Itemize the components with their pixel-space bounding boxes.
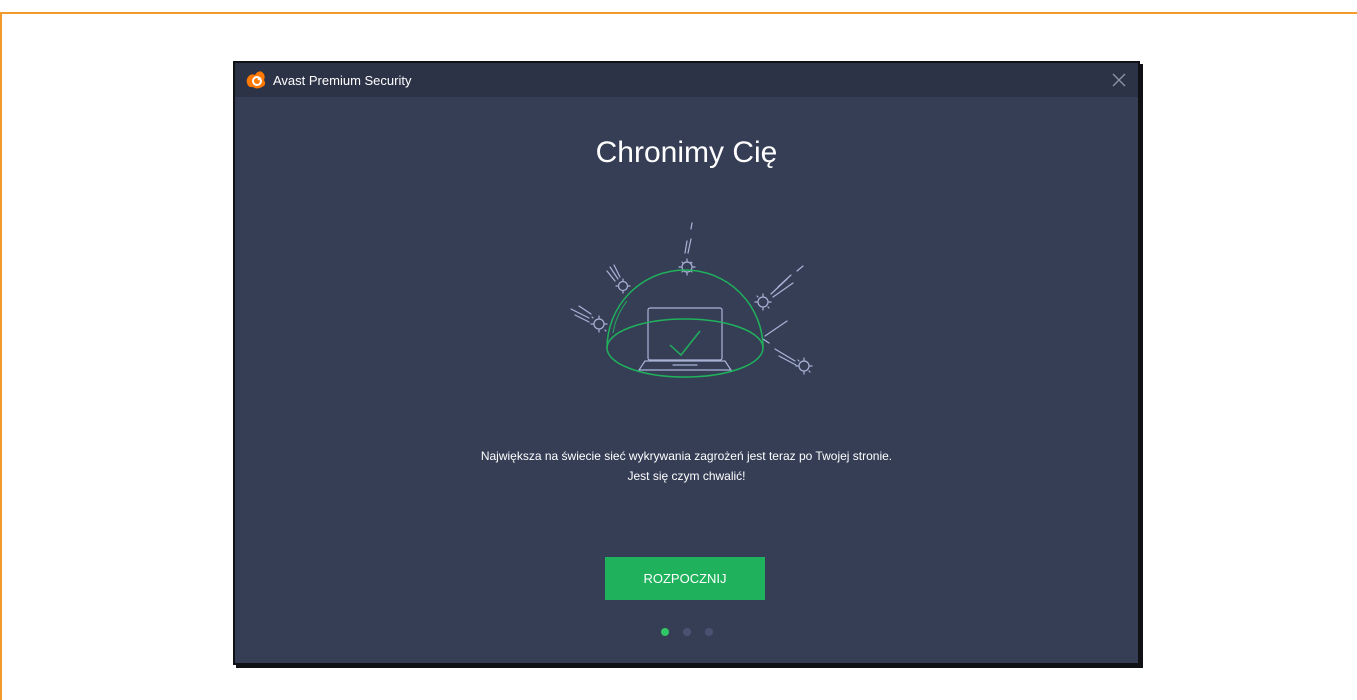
- check-icon: [669, 330, 701, 357]
- virus-icon: [762, 320, 813, 375]
- pagination-dots: [235, 628, 1138, 636]
- app-title: Avast Premium Security: [273, 72, 412, 88]
- start-button[interactable]: ROZPOCZNIJ: [605, 557, 765, 600]
- description-text: Największa na świecie sieć wykrywania za…: [235, 446, 1138, 486]
- virus-icon: [678, 222, 696, 276]
- title-bar: Avast Premium Security: [235, 63, 1138, 97]
- shield-dome: [606, 269, 764, 349]
- avast-logo-icon: [245, 69, 267, 91]
- pagination-dot-3[interactable]: [704, 628, 713, 636]
- close-icon: [1112, 73, 1126, 87]
- page-title: Chronimy Cię: [595, 136, 778, 169]
- description-line-1: Największa na świecie sieć wykrywania za…: [480, 449, 893, 463]
- shield-dome-laptop-icon: [570, 222, 813, 378]
- pagination-dot-1[interactable]: [660, 628, 669, 636]
- virus-icon: [754, 265, 804, 311]
- shield-base: [606, 318, 764, 378]
- laptop-screen: [647, 307, 723, 361]
- virus-icon: [606, 264, 631, 294]
- virus-icon: [570, 305, 608, 333]
- pagination-dot-2[interactable]: [682, 628, 691, 636]
- close-button[interactable]: [1108, 69, 1130, 91]
- app-window: Avast Premium Security Chronimy Cię Najw…: [235, 63, 1138, 663]
- description-line-2: Jest się czym chwalić!: [627, 469, 746, 483]
